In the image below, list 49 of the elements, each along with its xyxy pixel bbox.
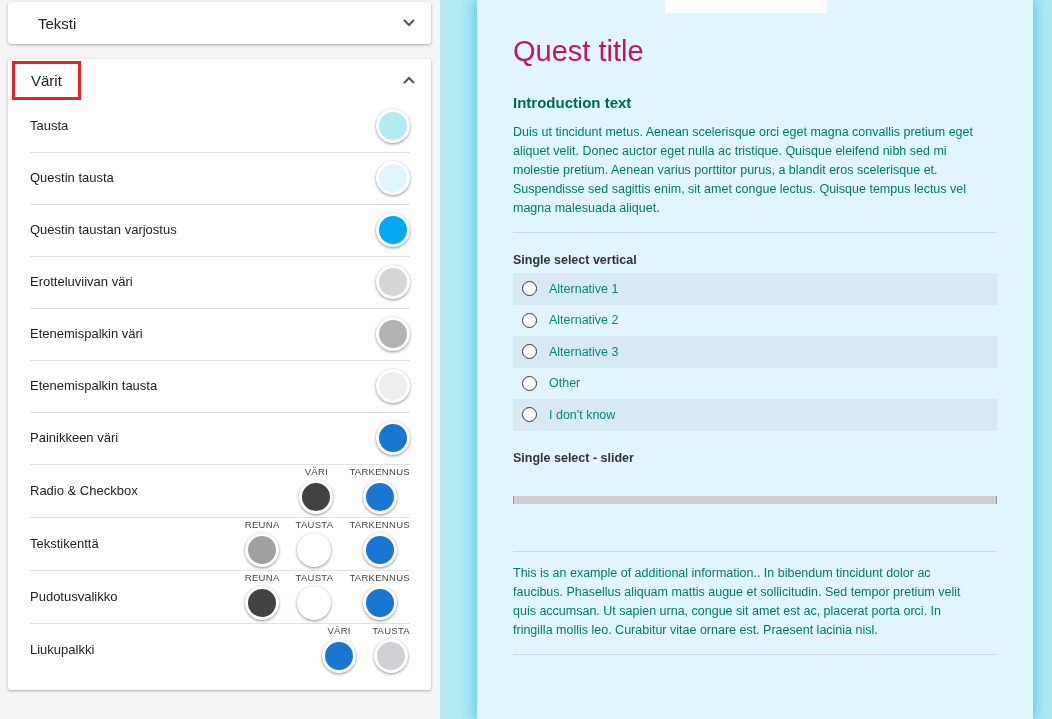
slider-track[interactable] <box>513 495 997 504</box>
option-label: Alternative 2 <box>549 313 619 328</box>
question-title: Single select vertical <box>513 253 638 267</box>
setting-label: Etenemispalkin väri <box>30 326 143 341</box>
setting-label: Radio & Checkbox <box>30 482 138 498</box>
intro-heading: Introduction text <box>513 94 633 111</box>
option-label: I don't know <box>549 407 616 422</box>
accordion-header[interactable]: Teksti <box>8 2 431 44</box>
radio-option[interactable]: Alternative 2 <box>513 304 997 336</box>
setting-label: Etenemispalkin tausta <box>30 378 158 393</box>
radio-circle[interactable] <box>522 407 537 423</box>
setting-label: Questin taustan varjostus <box>30 222 177 237</box>
option-label: Other <box>549 376 581 391</box>
setting-label: Erotteluviivan väri <box>30 274 133 289</box>
intro-text: Duis ut tincidunt metus. Aenean scelerisque orci eget magna convallis pretium eget aliquet velit. Donec auctor eget nulla ac tristique. Quisque eleifend nibh sed mi molestie pretium. Aenean varius porttitor purus, a blandit eros scelerisque et. Suspendisse sed sagittis enim, sit amet congue lectus. Quisque tempus lectus vel magna malesuada aliquet. <box>513 124 974 217</box>
radio-circle[interactable] <box>522 312 537 328</box>
radio-option[interactable]: I don't know <box>513 399 997 431</box>
swatch-caption: TAUSTA <box>372 625 410 636</box>
radio-circle[interactable] <box>522 281 537 297</box>
setting-label: Pudotusvalikko <box>30 588 118 604</box>
swatch-caption: TAUSTA <box>295 572 334 583</box>
radio-option[interactable]: Other <box>513 367 997 399</box>
swatch-caption: TAUSTA <box>295 519 334 530</box>
chevron-up-icon <box>403 76 415 84</box>
setting-label: Tausta <box>30 118 69 133</box>
setting-label: Painikkeen väri <box>30 430 119 445</box>
additional-info-text: This is an example of additional information.. In bibendum tincidunt dolor ac faucibus. Phasellus aliquam mattis augue et sollicitudin. Sed tempor pretium velit quis accumsan. Ut sapien urna, congue sit amet est ac, placerat porta orci. In fringilla mollis leo. Curabitur vitae ornare est. Praesent lacinia nisl. <box>513 564 962 639</box>
radio-circle[interactable] <box>522 344 537 360</box>
swatch-caption: REUNA <box>244 572 280 583</box>
option-label: Alternative 3 <box>549 344 619 359</box>
option-label: Alternative 1 <box>549 281 619 296</box>
quest-title: Quest title <box>513 35 645 68</box>
radio-option[interactable]: Alternative 1 <box>513 273 997 305</box>
swatch-caption: VÄRI <box>327 625 351 636</box>
swatch-caption: TARKENNUS <box>349 519 410 530</box>
swatch-caption: VÄRI <box>304 466 329 477</box>
setting-label: Questin tausta <box>30 170 114 185</box>
chevron-down-icon <box>403 19 415 27</box>
swatch-caption: REUNA <box>244 519 280 530</box>
setting-label: Liukupalkki <box>30 641 95 657</box>
radio-circle[interactable] <box>522 375 537 391</box>
swatch-caption: TARKENNUS <box>349 572 410 583</box>
section-title: Värit <box>15 63 78 97</box>
question-title: Single select - slider <box>513 450 635 465</box>
setting-label: Tekstikenttä <box>30 535 99 551</box>
swatch-caption: TARKENNUS <box>349 466 410 477</box>
radio-option[interactable]: Alternative 3 <box>513 336 997 368</box>
section-title: Teksti <box>37 13 78 34</box>
accordion-header[interactable]: Värit <box>8 59 431 101</box>
